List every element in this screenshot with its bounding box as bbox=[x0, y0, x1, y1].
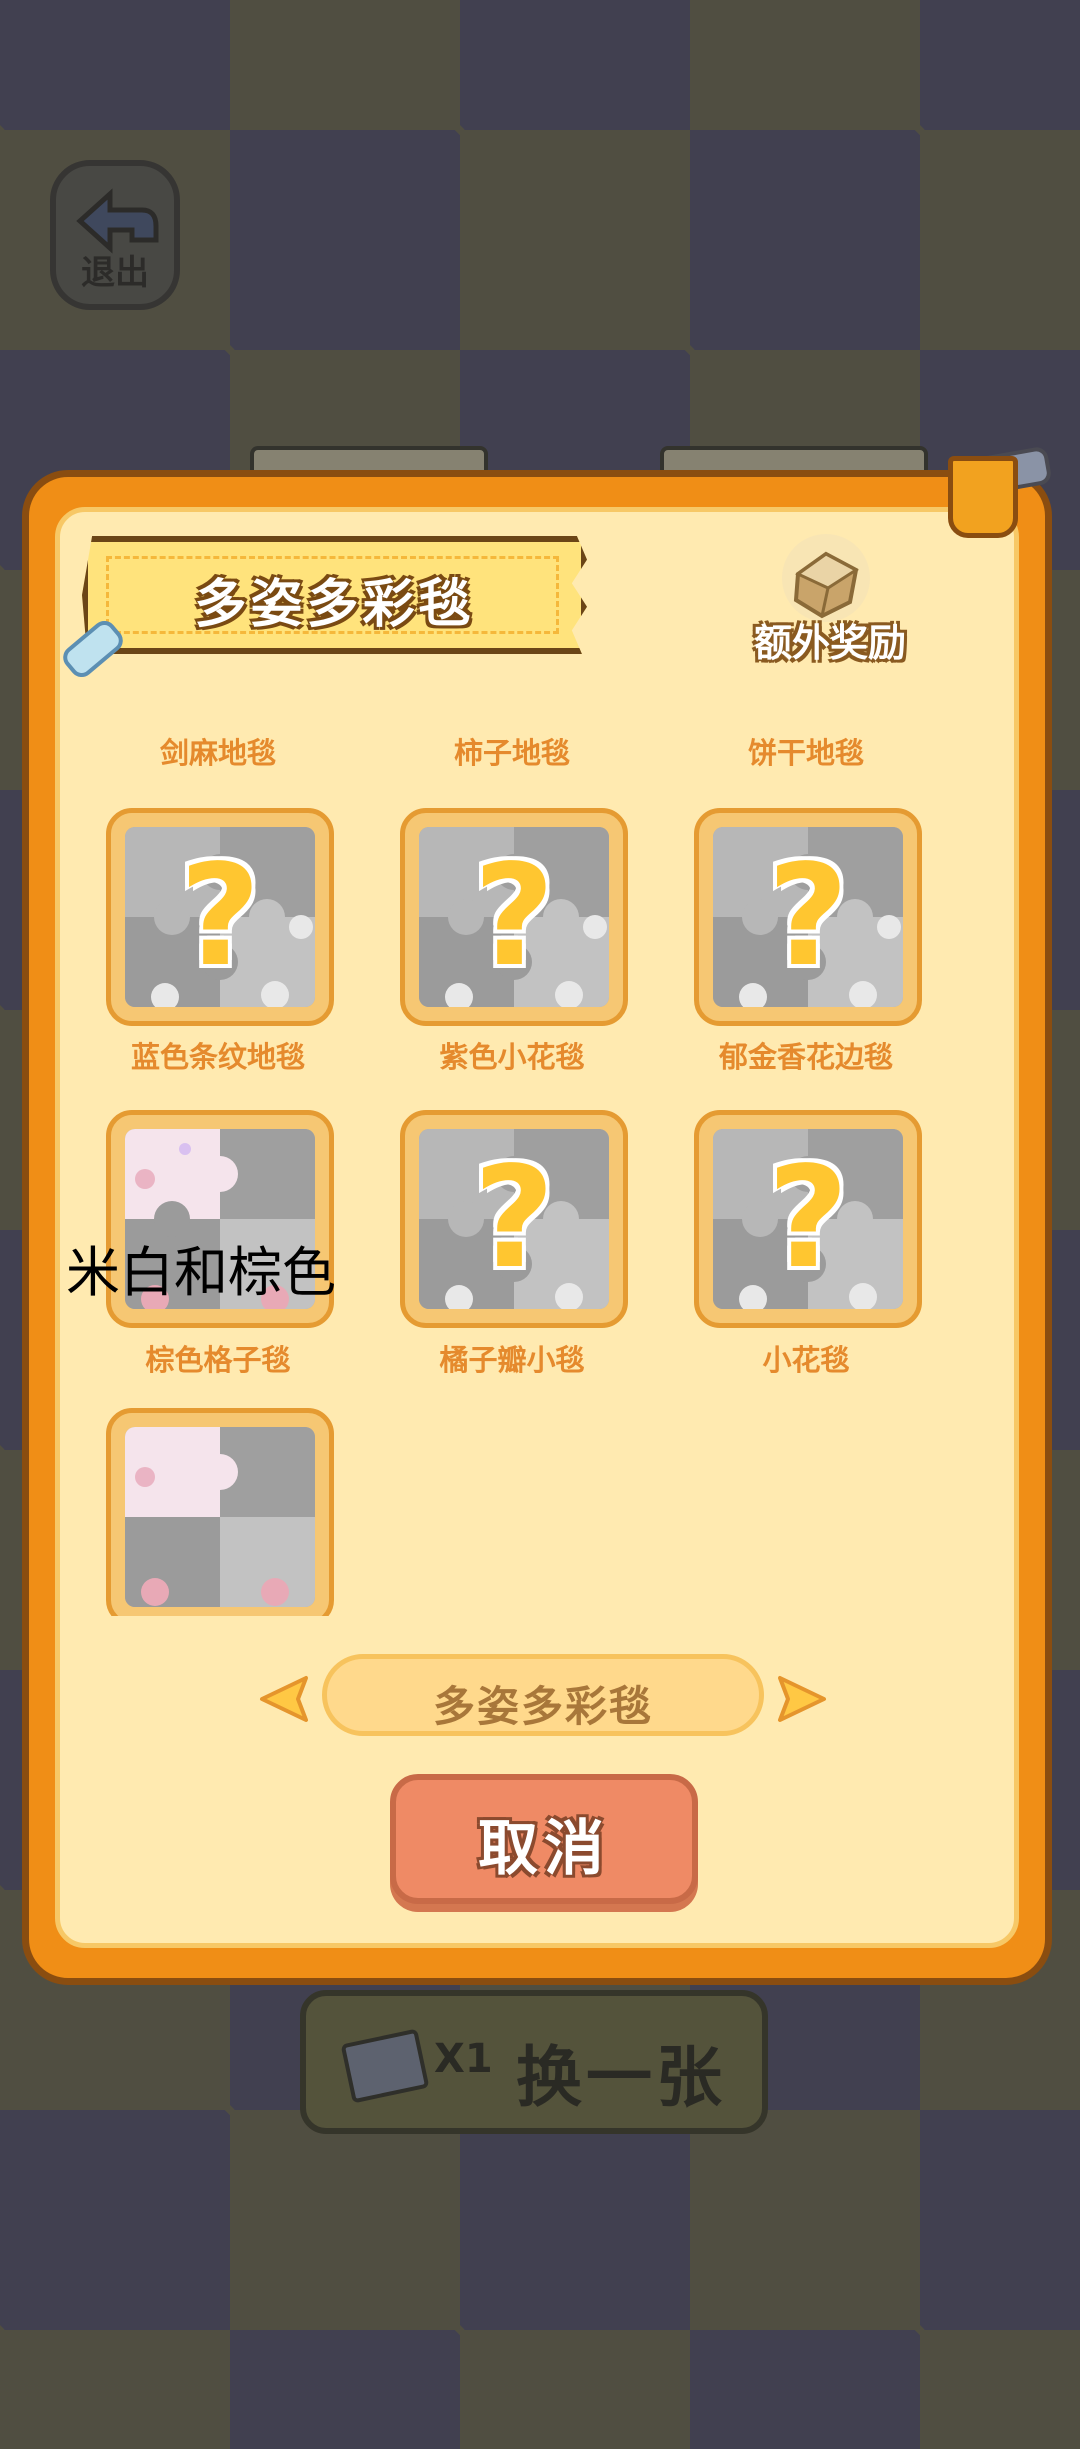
item-label-cookie-rug: 饼干地毯 bbox=[747, 736, 864, 770]
puzzle-tile-locked[interactable]: ? bbox=[400, 808, 628, 1026]
puzzle-tile-locked[interactable]: ? bbox=[694, 808, 922, 1026]
puzzle-tile-partial[interactable] bbox=[106, 1408, 334, 1616]
puzzle-tile-locked[interactable]: ? bbox=[106, 808, 334, 1026]
question-mark-icon: ? bbox=[179, 835, 261, 998]
item-label-sisal-rug: 剑麻地毯 bbox=[159, 736, 276, 770]
reward-label[interactable]: 额外奖励 bbox=[740, 612, 920, 667]
puzzle-icon bbox=[125, 1427, 315, 1607]
item-label-orange-slice-rug: 橘子瓣小毯 bbox=[439, 1343, 585, 1377]
item-label-tulip-rug: 郁金香花边毯 bbox=[718, 1040, 893, 1074]
cancel-button[interactable]: 取消 bbox=[390, 1774, 698, 1904]
puzzle-icon: ? bbox=[419, 1129, 609, 1309]
panel-title: 多姿多彩毯 bbox=[194, 575, 475, 635]
question-mark-icon: ? bbox=[767, 835, 849, 998]
puzzle-icon: ? bbox=[713, 1129, 903, 1309]
item-label-purple-flower-rug: 紫色小花毯 bbox=[439, 1040, 585, 1074]
item-label-brown-plaid-rug: 棕色格子毯 bbox=[145, 1343, 291, 1377]
overlay-annotation-text: 米白和棕色 bbox=[66, 1241, 336, 1304]
arrow-left-icon[interactable] bbox=[258, 1674, 312, 1724]
question-mark-icon: ? bbox=[473, 1137, 555, 1300]
question-mark-icon: ? bbox=[473, 835, 555, 998]
category-selector[interactable]: 多姿多彩毯 bbox=[322, 1654, 764, 1736]
title-banner: 多姿多彩毯 bbox=[82, 536, 587, 654]
cancel-button-label: 取消 bbox=[478, 1814, 610, 1884]
item-label-blue-stripe-rug: 蓝色条纹地毯 bbox=[130, 1040, 305, 1074]
puzzle-icon: ? bbox=[125, 827, 315, 1007]
question-mark-icon: ? bbox=[767, 1137, 849, 1300]
puzzle-tile-locked[interactable]: ? bbox=[694, 1110, 922, 1328]
category-selector-label: 多姿多彩毯 bbox=[432, 1682, 653, 1731]
arrow-right-icon[interactable] bbox=[774, 1674, 828, 1724]
scroll-clip bbox=[106, 1408, 336, 1616]
item-label-small-flower-rug: 小花毯 bbox=[762, 1343, 850, 1377]
bucket-icon bbox=[948, 456, 1018, 538]
puzzle-tile-locked[interactable]: ? bbox=[400, 1110, 628, 1328]
puzzle-icon: ? bbox=[419, 827, 609, 1007]
item-label-persimmon-rug: 柿子地毯 bbox=[453, 736, 570, 770]
puzzle-icon: ? bbox=[713, 827, 903, 1007]
